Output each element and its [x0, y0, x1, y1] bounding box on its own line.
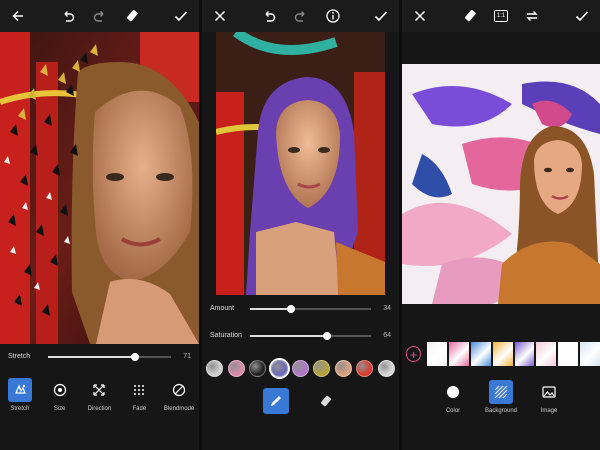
apply-check-icon[interactable]	[173, 8, 189, 24]
brush-icon	[268, 393, 284, 409]
dispersion-photo[interactable]	[0, 32, 199, 344]
redo-icon[interactable]	[293, 8, 309, 24]
slider-knob[interactable]	[323, 331, 332, 340]
hair-color-swatch[interactable]	[356, 360, 374, 377]
background-thumbnail[interactable]	[492, 342, 513, 366]
dispersion-tool-row: Stretch Size Direction Fade Blendmode	[0, 378, 199, 412]
apply-check-icon[interactable]	[574, 8, 590, 24]
slider-fill	[250, 334, 328, 337]
tab-background[interactable]: Background	[483, 380, 519, 414]
hair-color-editor-panel: Amount 34 Saturation 64	[202, 0, 399, 450]
background-thumbnail[interactable]	[449, 342, 469, 366]
background-editor-panel: 1:1 + Color Background Image	[402, 0, 600, 450]
add-background-button[interactable]: +	[406, 346, 422, 362]
background-pattern-icon	[493, 384, 509, 400]
background-thumbnails: +	[402, 342, 600, 366]
eraser-icon	[318, 393, 334, 409]
tab-label: Background	[484, 408, 518, 414]
hair-color-swatch[interactable]	[334, 360, 352, 377]
slider-fill	[250, 307, 292, 310]
info-icon[interactable]	[325, 8, 341, 24]
slider-knob[interactable]	[287, 304, 296, 313]
blendmode-icon	[171, 382, 187, 398]
saturation-slider[interactable]	[250, 331, 371, 340]
slider-value: 34	[383, 305, 391, 312]
slider-fill	[48, 355, 136, 358]
slider-label: Saturation	[210, 332, 242, 339]
tool-stretch[interactable]: Stretch	[2, 378, 38, 412]
tool-label: Fade	[132, 406, 147, 412]
tab-image[interactable]: Image	[531, 380, 567, 414]
tool-label: Size	[53, 406, 66, 412]
apply-check-icon[interactable]	[373, 8, 389, 24]
close-icon[interactable]	[212, 8, 228, 24]
hair-color-swatch[interactable]	[227, 360, 245, 377]
top-toolbar: 1:1	[402, 0, 600, 32]
tool-blendmode[interactable]: Blendmode	[161, 378, 197, 412]
aspect-ratio-badge[interactable]: 1:1	[493, 10, 509, 22]
slider-value: 64	[383, 332, 391, 339]
redo-icon[interactable]	[92, 8, 108, 24]
slider-knob[interactable]	[131, 352, 140, 361]
tool-label: Blendmode	[163, 406, 195, 412]
dispersion-editor-panel: Stretch 71 Stretch Size Direction Fade B…	[0, 0, 199, 450]
background-thumbnail[interactable]	[427, 342, 448, 366]
hair-color-swatch[interactable]	[377, 360, 395, 377]
background-photo[interactable]	[402, 64, 600, 304]
hair-color-swatch[interactable]	[291, 360, 309, 377]
brush-mode-row	[202, 388, 399, 414]
slider-label: Stretch	[8, 353, 31, 360]
back-arrow-icon[interactable]	[10, 8, 26, 24]
top-toolbar	[0, 0, 199, 32]
hair-color-swatch[interactable]	[249, 360, 267, 377]
background-thumbnail[interactable]	[470, 342, 491, 366]
eraser-tool-button[interactable]	[308, 388, 344, 414]
amount-slider[interactable]	[250, 304, 371, 313]
stretch-slider-row: Stretch 71	[0, 352, 199, 361]
background-tabs: Color Background Image	[402, 380, 600, 414]
undo-icon[interactable]	[261, 8, 277, 24]
tool-fade[interactable]: Fade	[121, 378, 157, 412]
stretch-icon	[12, 382, 28, 398]
hair-color-swatch[interactable]	[270, 360, 288, 377]
eraser-icon[interactable]	[462, 8, 478, 24]
hair-color-swatch[interactable]	[206, 360, 224, 377]
tool-label: Direction	[87, 406, 112, 412]
size-icon	[52, 382, 68, 398]
slider-value: 71	[183, 353, 191, 360]
hair-color-photo[interactable]	[216, 32, 385, 295]
tab-label: Image	[540, 408, 558, 414]
background-thumbnail[interactable]	[558, 342, 579, 366]
hair-color-swatches	[202, 360, 399, 377]
slider-label: Amount	[210, 305, 235, 312]
color-circle-icon	[445, 384, 461, 400]
brush-tool-button[interactable]	[258, 388, 294, 414]
background-thumbnail[interactable]	[514, 342, 535, 366]
swap-icon[interactable]	[524, 8, 540, 24]
hair-color-swatch[interactable]	[313, 360, 331, 377]
background-thumbnail[interactable]	[536, 342, 557, 366]
top-toolbar	[202, 0, 399, 32]
tool-direction[interactable]: Direction	[81, 378, 117, 412]
tool-label: Stretch	[10, 406, 30, 412]
eraser-icon[interactable]	[124, 8, 140, 24]
image-icon	[541, 384, 557, 400]
fade-icon	[131, 382, 147, 398]
amount-slider-row: Amount 34	[202, 304, 399, 313]
tab-label: Color	[445, 408, 461, 414]
background-thumbnail[interactable]	[580, 342, 600, 366]
stretch-slider[interactable]	[48, 352, 171, 361]
undo-icon[interactable]	[60, 8, 76, 24]
tool-size[interactable]: Size	[42, 378, 78, 412]
tab-color[interactable]: Color	[435, 380, 471, 414]
direction-icon	[91, 382, 107, 398]
saturation-slider-row: Saturation 64	[202, 331, 399, 340]
close-icon[interactable]	[412, 8, 428, 24]
